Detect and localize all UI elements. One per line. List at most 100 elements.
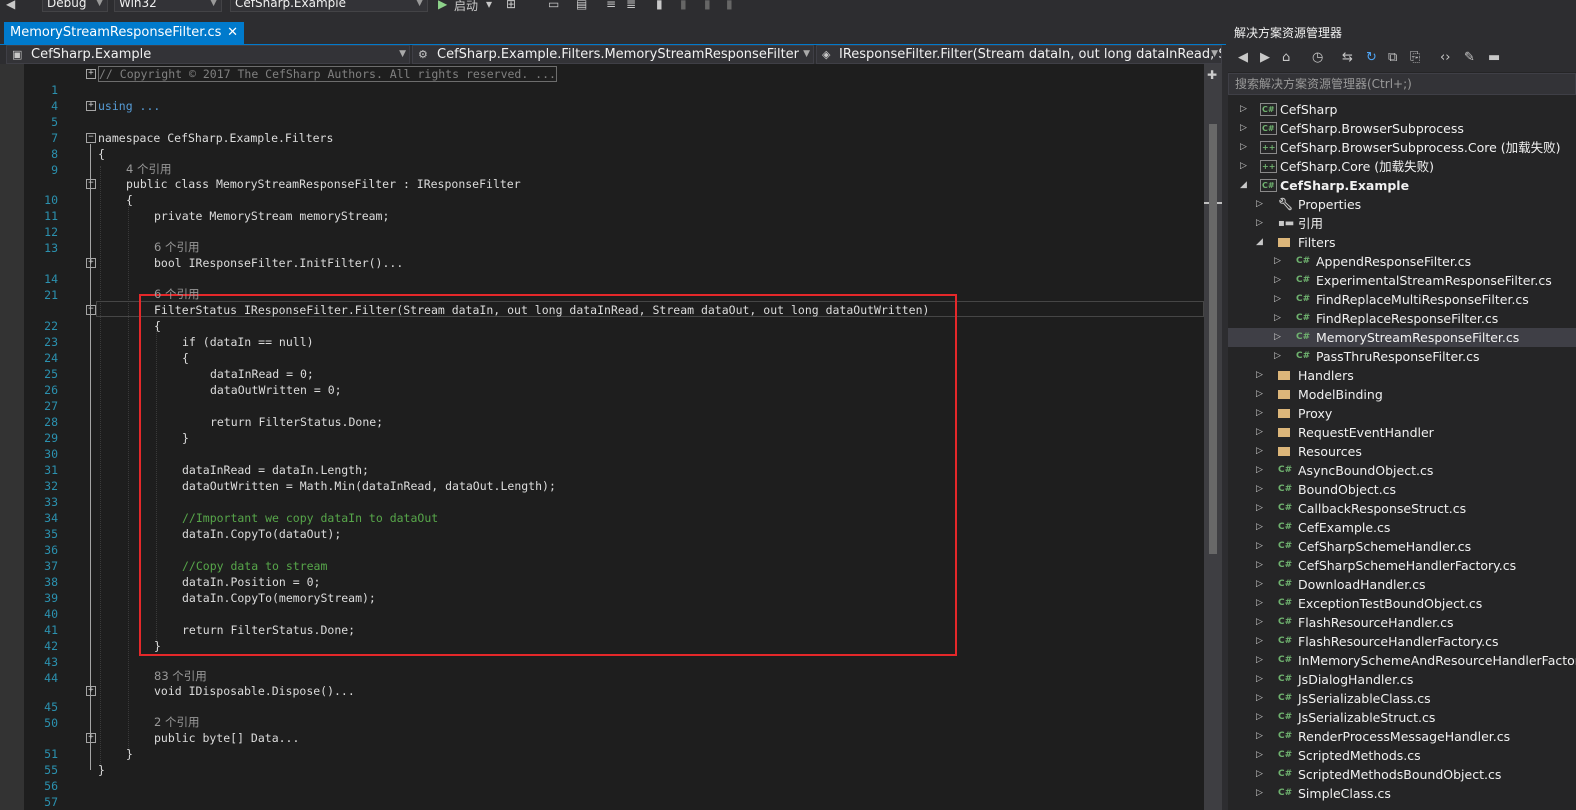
comment-icon[interactable]: ≡ xyxy=(606,0,616,11)
expand-arrow-icon[interactable]: ▷ xyxy=(1256,404,1263,423)
expand-arrow-icon[interactable]: ▷ xyxy=(1256,746,1263,765)
tree-item-file[interactable]: ▷ C# FlashResourceHandlerFactory.cs xyxy=(1228,632,1576,651)
tree-item-folder[interactable]: ▷ Proxy xyxy=(1228,404,1576,423)
code-view-icon[interactable]: ‹› xyxy=(1440,50,1450,65)
codelens-references[interactable]: 6 个引用 xyxy=(154,239,199,255)
expand-arrow-icon[interactable]: ▷ xyxy=(1274,252,1281,271)
project-combo[interactable]: CefSharp.Example ▼ xyxy=(230,0,428,12)
expand-arrow-icon[interactable]: ▷ xyxy=(1256,214,1263,233)
expand-arrow-icon[interactable]: ▷ xyxy=(1256,670,1263,689)
expand-arrow-icon[interactable]: ▷ xyxy=(1256,613,1263,632)
expand-arrow-icon[interactable]: ▷ xyxy=(1240,119,1247,138)
tree-item-file[interactable]: ▷ C# SimpleClass.cs xyxy=(1228,784,1576,803)
tree-item-file[interactable]: ▷ C# ExceptionTestBoundObject.cs xyxy=(1228,594,1576,613)
expand-arrow-icon[interactable]: ▷ xyxy=(1256,784,1263,803)
tree-item-file[interactable]: ▷ C# FindReplaceMultiResponseFilter.cs xyxy=(1228,290,1576,309)
tree-item-folder[interactable]: ▷ Resources xyxy=(1228,442,1576,461)
refresh-icon[interactable]: ↻ xyxy=(1366,50,1377,65)
codelens-references[interactable]: 6 个引用 xyxy=(154,286,199,302)
preview-icon[interactable]: ▬ xyxy=(1488,50,1500,65)
tree-item-browsersubprocess[interactable]: ▷ C# CefSharp.BrowserSubprocess xyxy=(1228,119,1576,138)
expand-arrow-icon[interactable]: ▷ xyxy=(1256,651,1263,670)
expand-arrow-icon[interactable]: ▷ xyxy=(1274,309,1281,328)
tree-item-cefsharp-example[interactable]: ◢ C# CefSharp.Example xyxy=(1228,176,1576,195)
collapse-icon[interactable]: − xyxy=(86,133,96,143)
tab-memorystreamresponsefilter[interactable]: MemoryStreamResponseFilter.cs ✕ xyxy=(4,22,244,44)
collapse-arrow-icon[interactable]: ◢ xyxy=(1256,233,1263,252)
platform-combo[interactable]: Win32 ▼ xyxy=(114,0,222,12)
codelens-references[interactable]: 2 个引用 xyxy=(154,714,199,730)
bookmark-icon[interactable]: ▮ xyxy=(704,0,711,11)
code-editor[interactable]: 1 + // Copyright © 2017 The CefSharp Aut… xyxy=(0,64,1204,810)
chevron-down-icon[interactable]: ▾ xyxy=(486,0,492,11)
expand-arrow-icon[interactable]: ▷ xyxy=(1274,328,1281,347)
collapse-icon[interactable]: − xyxy=(86,305,96,315)
expand-arrow-icon[interactable]: ▷ xyxy=(1240,100,1247,119)
tree-item-file[interactable]: ▷ C# ExperimentalStreamResponseFilter.cs xyxy=(1228,271,1576,290)
expand-arrow-icon[interactable]: ▷ xyxy=(1256,195,1263,214)
codelens-references[interactable]: 83 个引用 xyxy=(154,668,207,684)
browse-icon[interactable]: ⊞ xyxy=(506,0,516,11)
back-icon[interactable]: ◀ xyxy=(6,0,15,11)
tree-item-file[interactable]: ▷ C# BoundObject.cs xyxy=(1228,480,1576,499)
close-icon[interactable]: ✕ xyxy=(227,22,238,44)
expand-icon[interactable]: + xyxy=(86,258,96,268)
expand-arrow-icon[interactable]: ▷ xyxy=(1256,461,1263,480)
expand-icon[interactable]: + xyxy=(86,686,96,696)
vertical-scrollbar[interactable]: ✚ xyxy=(1204,64,1222,810)
expand-arrow-icon[interactable]: ▷ xyxy=(1256,423,1263,442)
tool-icon[interactable]: ▭ xyxy=(548,0,559,11)
expand-arrow-icon[interactable]: ▷ xyxy=(1274,347,1281,366)
expand-arrow-icon[interactable]: ▷ xyxy=(1256,632,1263,651)
collapse-icon[interactable]: − xyxy=(86,179,96,189)
bookmark-icon[interactable]: ▮ xyxy=(726,0,733,11)
codelens-references[interactable]: 4 个引用 xyxy=(126,161,171,177)
tree-item-folder[interactable]: ▷ ModelBinding xyxy=(1228,385,1576,404)
tree-item-file[interactable]: ▷ C# CefSharpSchemeHandlerFactory.cs xyxy=(1228,556,1576,575)
sync-icon[interactable]: ⇆ xyxy=(1342,50,1353,65)
member-nav-combo[interactable]: ◈ IResponseFilter.Filter(Stream dataIn, … xyxy=(816,45,1222,64)
expand-arrow-icon[interactable]: ▷ xyxy=(1240,157,1247,176)
tree-item-file[interactable]: ▷ C# JsDialogHandler.cs xyxy=(1228,670,1576,689)
expand-icon[interactable]: + xyxy=(86,733,96,743)
tree-item-folder[interactable]: ▷ RequestEventHandler xyxy=(1228,423,1576,442)
bookmark-icon[interactable]: ▮ xyxy=(656,0,663,11)
type-nav-combo[interactable]: ⚙ CefSharp.Example.Filters.MemoryStreamR… xyxy=(412,45,814,64)
tree-item-folder[interactable]: ▷ Handlers xyxy=(1228,366,1576,385)
show-files-icon[interactable]: ⎘ xyxy=(1410,50,1420,65)
tree-item-properties[interactable]: ▷ 🔧︎ Properties xyxy=(1228,195,1576,214)
expand-arrow-icon[interactable]: ▷ xyxy=(1256,708,1263,727)
uncomment-icon[interactable]: ≣ xyxy=(626,0,636,11)
collapse-arrow-icon[interactable]: ◢ xyxy=(1240,176,1247,195)
tree-item-file[interactable]: ▷ C# ScriptedMethodsBoundObject.cs xyxy=(1228,765,1576,784)
scrollbar-thumb[interactable] xyxy=(1209,124,1217,554)
tree-item-file[interactable]: ▷ C# RenderProcessMessageHandler.cs xyxy=(1228,727,1576,746)
collapse-all-icon[interactable]: ⧉ xyxy=(1388,50,1397,65)
tree-item-file[interactable]: ▷ C# PassThruResponseFilter.cs xyxy=(1228,347,1576,366)
tree-item-file[interactable]: ▷ C# DownloadHandler.cs xyxy=(1228,575,1576,594)
expand-arrow-icon[interactable]: ▷ xyxy=(1256,575,1263,594)
tree-item-file[interactable]: ▷ C# AppendResponseFilter.cs xyxy=(1228,252,1576,271)
split-icon[interactable]: ✚ xyxy=(1207,68,1217,82)
tree-item-browsersubprocess-core[interactable]: ▷ ++ CefSharp.BrowserSubprocess.Core (加载失败… xyxy=(1228,138,1576,157)
expand-arrow-icon[interactable]: ▷ xyxy=(1256,689,1263,708)
expand-icon[interactable]: + xyxy=(86,101,96,111)
start-button[interactable]: 启动 xyxy=(454,0,478,14)
expand-arrow-icon[interactable]: ▷ xyxy=(1256,537,1263,556)
project-nav-combo[interactable]: ▣ CefSharp.Example ▼ xyxy=(6,45,410,64)
expand-arrow-icon[interactable]: ▷ xyxy=(1256,366,1263,385)
expand-arrow-icon[interactable]: ▷ xyxy=(1256,442,1263,461)
config-combo[interactable]: Debug ▼ xyxy=(42,0,108,12)
expand-arrow-icon[interactable]: ▷ xyxy=(1256,480,1263,499)
tree-item-file[interactable]: ▷ C# FindReplaceResponseFilter.cs xyxy=(1228,309,1576,328)
tree-item-file[interactable]: ▷ C# ScriptedMethods.cs xyxy=(1228,746,1576,765)
expand-arrow-icon[interactable]: ▷ xyxy=(1256,499,1263,518)
tree-item-cefsharp-core[interactable]: ▷ ++ CefSharp.Core (加载失败) xyxy=(1228,157,1576,176)
expand-arrow-icon[interactable]: ▷ xyxy=(1256,556,1263,575)
expand-arrow-icon[interactable]: ▷ xyxy=(1256,765,1263,784)
expand-arrow-icon[interactable]: ▷ xyxy=(1274,290,1281,309)
expand-arrow-icon[interactable]: ▷ xyxy=(1274,271,1281,290)
tool-icon[interactable]: ▤ xyxy=(576,0,587,11)
tree-item-file[interactable]: ▷ C# CefSharpSchemeHandler.cs xyxy=(1228,537,1576,556)
expand-icon[interactable]: + xyxy=(86,69,96,79)
